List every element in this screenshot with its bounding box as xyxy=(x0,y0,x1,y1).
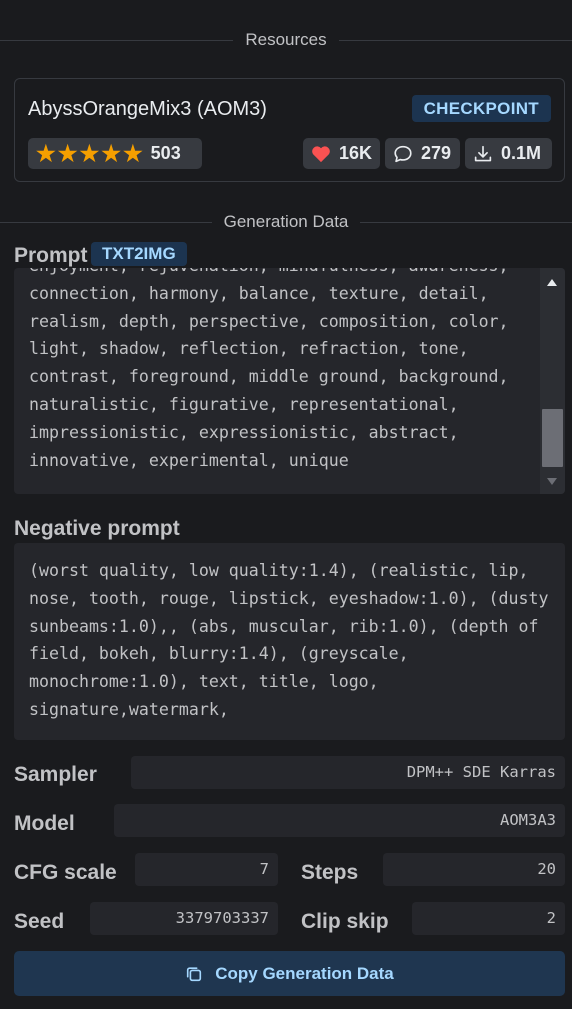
download-icon xyxy=(473,145,493,163)
seed-label: Seed xyxy=(14,910,65,933)
negative-prompt-line: signature,watermark, xyxy=(29,699,229,719)
star-icon: ★ xyxy=(79,140,100,166)
copy-button-label: Copy Generation Data xyxy=(215,963,394,983)
negative-prompt-line: monochrome:1.0), text, title, logo, xyxy=(29,672,379,692)
negative-prompt-text-box[interactable]: (worst quality, low quality:1.4), (reali… xyxy=(14,543,565,740)
sampler-label: Sampler xyxy=(14,763,97,786)
downloads-pill[interactable]: 0.1M xyxy=(465,138,552,169)
resources-heading: Resources xyxy=(245,30,327,49)
clip-skip-label: Clip skip xyxy=(301,910,389,933)
divider-line xyxy=(0,39,234,41)
model-label: Model xyxy=(14,812,75,835)
star-icon: ★ xyxy=(57,140,78,166)
steps-label: Steps xyxy=(301,861,359,884)
comments-pill[interactable]: 279 xyxy=(385,138,460,169)
likes-count: 16K xyxy=(339,143,373,163)
divider-line xyxy=(338,39,572,41)
heart-icon xyxy=(311,145,331,163)
downloads-count: 0.1M xyxy=(501,143,542,163)
comment-icon xyxy=(393,145,413,163)
generation-divider: Generation Data xyxy=(0,212,572,232)
negative-prompt-line: field, bokeh, blurry:1.4), (greyscale, xyxy=(29,644,409,664)
prompt-scrollbar[interactable] xyxy=(540,268,565,494)
prompt-line: enjoyment, rejuvenation, mindfulness, aw… xyxy=(29,268,509,280)
resources-divider: Resources xyxy=(0,30,572,50)
negative-prompt-label: Negative prompt xyxy=(14,517,180,540)
copy-icon xyxy=(185,965,203,983)
comments-count: 279 xyxy=(421,143,452,163)
prompt-line: naturalistic, figurative, representation… xyxy=(29,394,459,414)
cfg-scale-value[interactable]: 7 xyxy=(135,853,278,886)
prompt-line: connection, harmony, balance, texture, d… xyxy=(29,283,489,303)
likes-pill[interactable]: 16K xyxy=(303,138,380,169)
scroll-down-arrow-icon[interactable] xyxy=(547,478,557,485)
divider-line xyxy=(360,221,572,223)
copy-generation-data-button[interactable]: Copy Generation Data xyxy=(14,951,565,996)
prompt-line: realism, depth, perspective, composition… xyxy=(29,311,509,331)
prompt-type-badge: TXT2IMG xyxy=(91,242,187,266)
cfg-scale-label: CFG scale xyxy=(14,861,117,884)
prompt-line: light, shadow, reflection, refraction, t… xyxy=(29,339,469,359)
divider-line xyxy=(0,221,212,223)
negative-prompt-line: sunbeams:1.0),, (abs, muscular, rib:1.0)… xyxy=(29,616,539,636)
seed-value[interactable]: 3379703337 xyxy=(90,902,278,935)
scroll-up-arrow-icon[interactable] xyxy=(547,279,557,286)
scrollbar-thumb[interactable] xyxy=(542,409,563,467)
prompt-label: Prompt xyxy=(14,244,88,267)
rating-pill[interactable]: ★ ★ ★ ★ ★ 503 xyxy=(28,138,202,169)
steps-value[interactable]: 20 xyxy=(383,853,565,886)
prompt-line: innovative, experimental, unique xyxy=(29,450,349,470)
negative-prompt-line: (worst quality, low quality:1.4), (reali… xyxy=(29,561,529,580)
clip-skip-value[interactable]: 2 xyxy=(412,902,565,935)
rating-count: 503 xyxy=(150,143,181,163)
prompt-line: contrast, foreground, middle ground, bac… xyxy=(29,367,509,387)
resource-type-badge: CHECKPOINT xyxy=(411,95,551,122)
star-icon: ★ xyxy=(101,140,121,166)
model-value[interactable]: AOM3A3 xyxy=(114,804,565,837)
star-icon: ★ xyxy=(122,140,143,166)
star-icon: ★ xyxy=(36,140,56,166)
resource-card[interactable]: AbyssOrangeMix3 (AOM3) CHECKPOINT ★ ★ ★ … xyxy=(14,78,565,182)
resource-title[interactable]: AbyssOrangeMix3 (AOM3) xyxy=(28,98,267,121)
prompt-line: impressionistic, expressionistic, abstra… xyxy=(29,422,459,442)
sampler-value[interactable]: DPM++ SDE Karras xyxy=(131,756,565,789)
generation-heading: Generation Data xyxy=(223,212,349,231)
negative-prompt-line: nose, tooth, rouge, lipstick, eyeshadow:… xyxy=(29,588,549,608)
prompt-text-box[interactable]: enjoyment, rejuvenation, mindfulness, aw… xyxy=(14,268,565,494)
prompt-text: enjoyment, rejuvenation, mindfulness, aw… xyxy=(29,268,509,474)
